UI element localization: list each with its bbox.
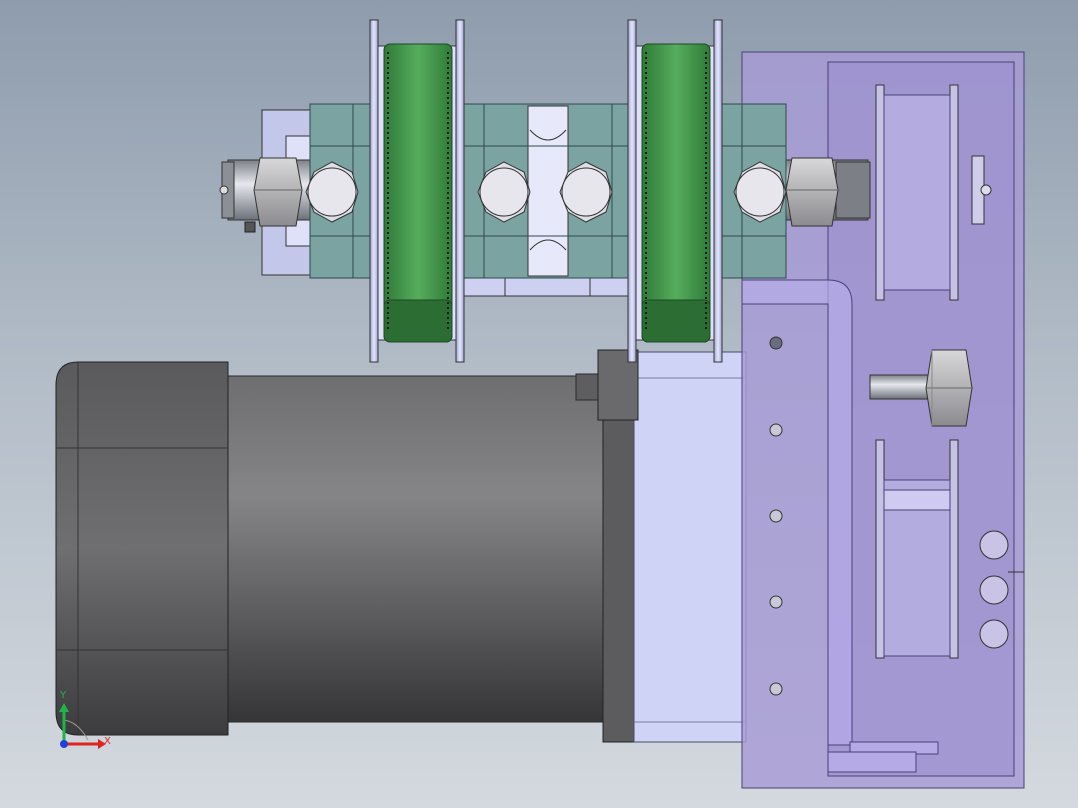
pulley-right[interactable] <box>627 19 723 363</box>
motor-end-cap <box>55 361 229 736</box>
pulley-left[interactable] <box>369 19 465 363</box>
drive-shaft-assembly[interactable] <box>219 103 871 297</box>
hex-nut-right <box>785 157 839 227</box>
motor-mount-block <box>633 351 747 743</box>
hex-nut-left <box>253 157 303 227</box>
triad-y-label: Y <box>59 690 67 701</box>
cad-viewport[interactable]: X Y <box>0 0 1078 808</box>
motor-body <box>224 375 611 723</box>
triad-origin <box>60 740 68 748</box>
motor[interactable] <box>55 349 747 743</box>
triad-x-label: X <box>104 736 111 747</box>
